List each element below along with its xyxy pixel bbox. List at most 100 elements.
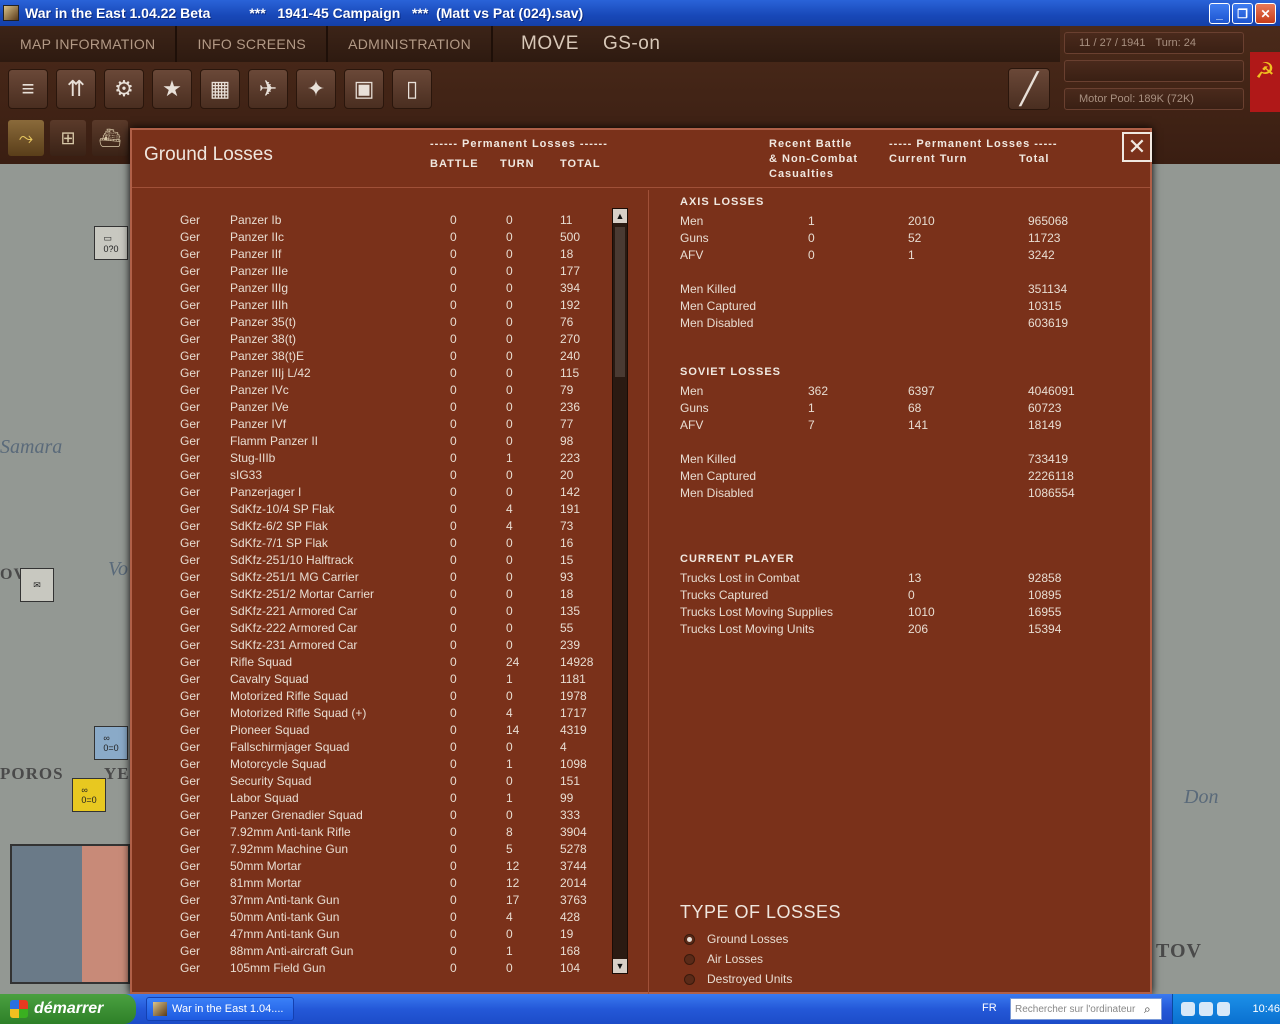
- stat-recent: 0: [808, 231, 815, 245]
- bomb-icon[interactable]: ✦: [296, 69, 336, 109]
- stack-icon[interactable]: ≡: [8, 69, 48, 109]
- row-equipment-name: sIG33: [230, 468, 263, 482]
- table-row: Ger 105mm Field Gun 0 0 104: [180, 960, 600, 977]
- dialog-close-button[interactable]: ✕: [1122, 132, 1152, 162]
- table-row: Ger Panzer IIc 0 0 500: [180, 229, 600, 246]
- row-turn: 0: [506, 298, 513, 312]
- stat-total: 351134: [1028, 282, 1068, 296]
- map-label-samara: Samara: [0, 436, 63, 458]
- row-total: 1717: [560, 706, 587, 720]
- tab-info-screens[interactable]: INFO SCREENS: [177, 26, 329, 62]
- row-battle: 0: [450, 689, 457, 703]
- table-row: Ger Pioneer Squad 0 14 4319: [180, 722, 600, 739]
- row-nationality: Ger: [180, 842, 201, 856]
- stat-recent: 362: [808, 384, 829, 398]
- row-total: 93: [560, 570, 574, 584]
- rail-icon[interactable]: ⊞: [50, 120, 86, 156]
- ground-losses-dialog: Ground Losses ------ Permanent Losses --…: [130, 128, 1152, 994]
- unit-counter[interactable]: ▭ 0?0: [94, 226, 128, 260]
- row-equipment-name: Motorcycle Squad: [230, 757, 327, 771]
- arrows-up-icon[interactable]: ⇈: [56, 69, 96, 109]
- row-battle: 0: [450, 672, 457, 686]
- slash-icon[interactable]: ╱: [1008, 68, 1050, 110]
- tray-icon[interactable]: [1216, 1002, 1231, 1016]
- row-battle: 0: [450, 417, 457, 431]
- radio-air-losses[interactable]: Air Losses: [684, 950, 763, 968]
- row-battle: 0: [450, 774, 457, 788]
- stat-total: 18149: [1028, 418, 1062, 432]
- search-input[interactable]: Rechercher sur l'ordinateur ⌕: [1010, 998, 1162, 1020]
- radio-unselected-icon[interactable]: [684, 953, 695, 965]
- table-row: Ger Panzer 35(t) 0 0 76: [180, 314, 600, 331]
- row-battle: 0: [450, 876, 457, 890]
- scroll-up-icon[interactable]: ▲: [613, 209, 627, 223]
- radio-label: Ground Losses: [707, 932, 789, 946]
- row-battle: 0: [450, 213, 457, 227]
- stat-total: 733419: [1028, 452, 1069, 466]
- row-turn: 0: [506, 774, 513, 788]
- mode-move[interactable]: MOVE: [521, 33, 579, 55]
- row-nationality: Ger: [180, 383, 201, 397]
- radio-ground-losses[interactable]: Ground Losses: [684, 930, 788, 948]
- row-nationality: Ger: [180, 281, 201, 295]
- tab-map-information[interactable]: MAP INFORMATION: [0, 26, 178, 62]
- row-battle: 0: [450, 638, 457, 652]
- window-close-button[interactable]: ✕: [1255, 3, 1276, 24]
- row-battle: 0: [450, 553, 457, 567]
- fuel-icon[interactable]: ▣: [344, 69, 384, 109]
- row-nationality: Ger: [180, 774, 201, 788]
- scroll-thumb[interactable]: [615, 227, 625, 377]
- unit-counter[interactable]: ∞ 0=0: [94, 726, 128, 760]
- row-turn: 4: [506, 519, 513, 533]
- radio-selected-icon[interactable]: [684, 933, 695, 945]
- permanent-losses-header: ------ Permanent Losses ------: [430, 138, 608, 150]
- row-equipment-name: 88mm Anti-aircraft Gun: [230, 944, 354, 958]
- minimize-button[interactable]: _: [1209, 3, 1230, 24]
- row-turn: 0: [506, 570, 513, 584]
- row-battle: 0: [450, 315, 457, 329]
- star-icon[interactable]: ★: [152, 69, 192, 109]
- stat-total: 2226118: [1028, 469, 1074, 483]
- radio-unselected-icon[interactable]: [684, 973, 695, 985]
- row-turn: 1: [506, 672, 513, 686]
- railhead-icon[interactable]: ▯: [392, 69, 432, 109]
- minimap[interactable]: [10, 844, 130, 984]
- windows-logo-icon: [10, 1000, 28, 1018]
- search-icon[interactable]: ⌕: [1144, 1002, 1158, 1016]
- route-icon[interactable]: ⤳: [8, 120, 44, 156]
- row-turn: 8: [506, 825, 513, 839]
- tab-administration[interactable]: ADMINISTRATION: [328, 26, 494, 62]
- row-equipment-name: 81mm Mortar: [230, 876, 302, 890]
- grid-icon[interactable]: ▦: [200, 69, 240, 109]
- row-battle: 0: [450, 451, 457, 465]
- mode-gs[interactable]: GS-on: [603, 33, 660, 55]
- row-total: 177: [560, 264, 581, 278]
- tray-icon[interactable]: [1198, 1002, 1213, 1016]
- row-nationality: Ger: [180, 247, 201, 261]
- row-battle: 0: [450, 383, 457, 397]
- start-button[interactable]: démarrer: [0, 994, 136, 1024]
- unit-counter[interactable]: ✉: [20, 568, 54, 602]
- ship-icon[interactable]: ⛴: [92, 120, 128, 156]
- row-turn: 0: [506, 315, 513, 329]
- list-scrollbar[interactable]: ▲ ▼: [612, 208, 628, 974]
- type-of-losses-title: TYPE OF LOSSES: [680, 902, 842, 922]
- restore-button[interactable]: ❐: [1232, 3, 1253, 24]
- row-equipment-name: Motorized Rifle Squad: [230, 689, 349, 703]
- row-turn: 12: [506, 859, 520, 873]
- stat-recent: 1: [808, 214, 815, 228]
- unit-counter[interactable]: ∞ 0=0: [72, 778, 106, 812]
- gear-icon[interactable]: ⚙: [104, 69, 144, 109]
- table-row: Ger SdKfz-6/2 SP Flak 0 4 73: [180, 518, 600, 535]
- row-equipment-name: Motorized Rifle Squad (+): [230, 706, 367, 720]
- scroll-down-icon[interactable]: ▼: [613, 959, 627, 973]
- taskbar-app-item[interactable]: War in the East 1.04....: [146, 997, 294, 1021]
- table-row: Ger SdKfz-221 Armored Car 0 0 135: [180, 603, 600, 620]
- radio-destroyed-units[interactable]: Destroyed Units: [684, 970, 792, 988]
- row-total: 98: [560, 434, 574, 448]
- aircraft-icon[interactable]: ✈: [248, 69, 288, 109]
- row-total: 20: [560, 468, 574, 482]
- row-turn: 4: [506, 910, 513, 924]
- language-indicator[interactable]: FR: [982, 1002, 997, 1014]
- tray-icon[interactable]: [1181, 1002, 1195, 1016]
